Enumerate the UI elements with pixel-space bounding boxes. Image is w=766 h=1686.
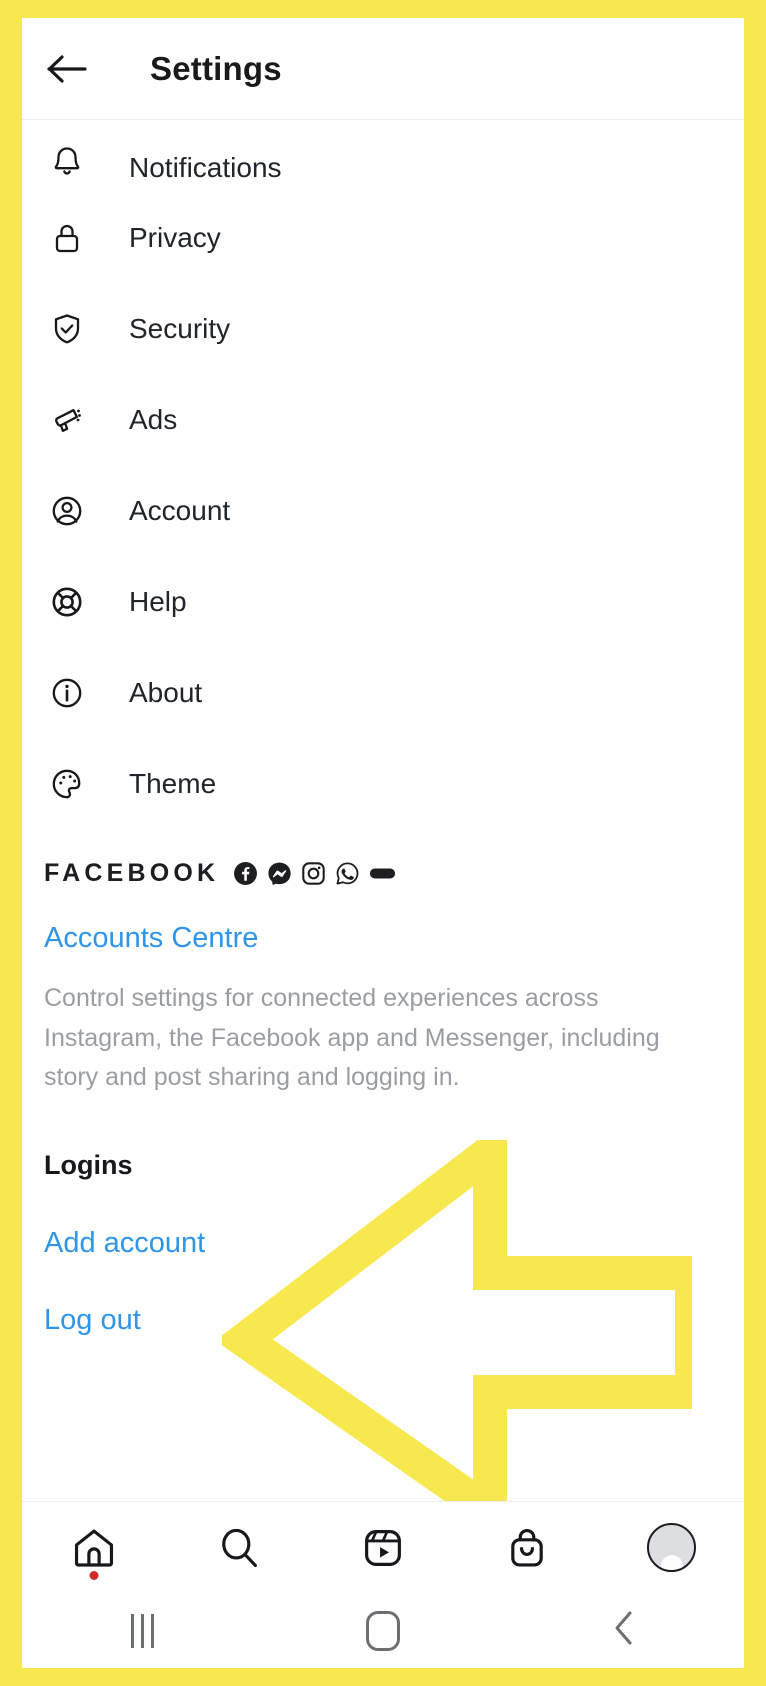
recents-icon xyxy=(130,1613,154,1648)
lock-icon xyxy=(44,215,90,261)
bottom-tab-bar xyxy=(22,1501,744,1593)
messenger-icon xyxy=(267,861,292,886)
bell-icon xyxy=(44,138,90,184)
menu-item-account[interactable]: Account xyxy=(44,465,722,556)
lifebuoy-icon xyxy=(44,579,90,625)
menu-item-label: Security xyxy=(129,312,231,344)
whatsapp-icon xyxy=(335,861,360,886)
menu-item-label: Help xyxy=(129,585,187,617)
yellow-screenshot-border: Settings Notifications Privacy Security … xyxy=(0,0,766,1686)
menu-item-label: Notifications xyxy=(129,152,282,183)
facebook-section: FACEBOOK Accounts Centre Control setting… xyxy=(22,851,744,1098)
accounts-centre-link[interactable]: Accounts Centre xyxy=(44,922,258,955)
home-tab[interactable] xyxy=(22,1502,166,1593)
page-title: Settings xyxy=(150,49,282,87)
menu-item-label: Ads xyxy=(129,403,178,435)
profile-tab[interactable] xyxy=(600,1502,744,1593)
menu-item-help[interactable]: Help xyxy=(44,556,722,647)
palette-icon xyxy=(44,761,90,807)
search-tab[interactable] xyxy=(166,1502,310,1593)
facebook-icon xyxy=(233,861,258,886)
add-account-link[interactable]: Add account xyxy=(44,1227,722,1260)
recents-button[interactable] xyxy=(22,1593,263,1668)
menu-item-privacy[interactable]: Privacy xyxy=(44,192,722,283)
notification-dot xyxy=(89,1571,99,1580)
oculus-icon xyxy=(369,861,396,886)
log-out-link[interactable]: Log out xyxy=(44,1304,722,1337)
person-circle-icon xyxy=(44,488,90,534)
instagram-icon xyxy=(301,861,326,886)
chevron-left-icon xyxy=(611,1608,637,1653)
menu-item-about[interactable]: About xyxy=(44,647,722,738)
facebook-brand-row: FACEBOOK xyxy=(44,851,722,895)
menu-item-label: Theme xyxy=(129,767,217,799)
megaphone-icon xyxy=(44,397,90,443)
phone-screen: Settings Notifications Privacy Security … xyxy=(22,18,744,1668)
settings-menu: Notifications Privacy Security Ads Accou… xyxy=(22,120,744,829)
app-header: Settings xyxy=(22,18,744,120)
menu-item-label: About xyxy=(129,676,203,708)
info-circle-icon xyxy=(44,670,90,716)
home-button[interactable] xyxy=(263,1593,504,1668)
logins-heading: Logins xyxy=(44,1149,133,1180)
facebook-wordmark: FACEBOOK xyxy=(44,858,220,887)
menu-item-security[interactable]: Security xyxy=(44,283,722,374)
avatar-icon xyxy=(647,1523,697,1572)
menu-item-label: Privacy xyxy=(129,221,221,253)
facebook-app-icons xyxy=(233,861,396,886)
facebook-description: Control settings for connected experienc… xyxy=(44,984,660,1091)
logins-section: Logins Add account Log out xyxy=(22,1149,744,1337)
menu-item-label: Account xyxy=(129,494,231,526)
menu-item-ads[interactable]: Ads xyxy=(44,374,722,465)
shield-check-icon xyxy=(44,306,90,352)
reels-tab[interactable] xyxy=(311,1502,455,1593)
back-button[interactable] xyxy=(503,1593,744,1668)
menu-item-notifications[interactable]: Notifications xyxy=(44,120,722,192)
menu-item-theme[interactable]: Theme xyxy=(44,738,722,829)
back-arrow-icon[interactable] xyxy=(44,46,90,92)
android-system-nav xyxy=(22,1593,744,1668)
shop-tab[interactable] xyxy=(455,1502,599,1593)
home-square-icon xyxy=(366,1610,400,1651)
